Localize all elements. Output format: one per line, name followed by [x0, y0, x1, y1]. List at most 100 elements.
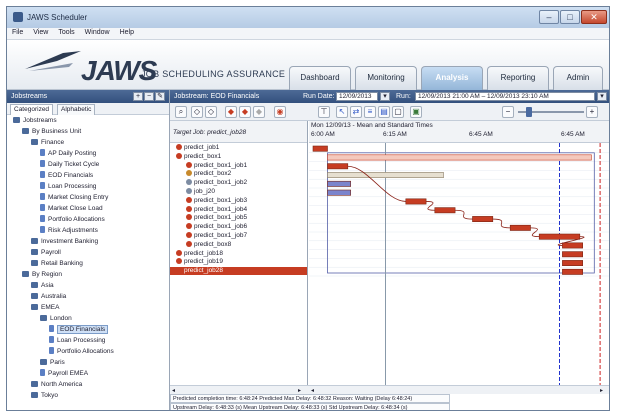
tab-dashboard[interactable]: Dashboard — [289, 66, 351, 90]
maximize-button[interactable]: □ — [560, 10, 580, 24]
menu-tools[interactable]: Tools — [53, 28, 79, 37]
gantt-bar — [434, 207, 456, 214]
critical-path-icon[interactable]: ≡ — [364, 106, 376, 118]
zoom-out-icon[interactable]: − — [502, 106, 514, 118]
title-bar[interactable]: JAWS Scheduler – □ ✕ — [7, 7, 609, 28]
dropdown-icon[interactable]: ▾ — [380, 92, 390, 101]
tree-item[interactable]: Daily Ticket Cycle — [40, 160, 99, 170]
scroll-right-icon-2[interactable]: ▸ — [600, 387, 603, 394]
job-label: job_j20 — [194, 188, 215, 195]
tree-item[interactable]: Portfolio Allocations — [49, 347, 114, 357]
tab-admin[interactable]: Admin — [553, 66, 603, 90]
tree-item-label: Loan Processing — [57, 337, 106, 344]
add-icon[interactable]: + — [133, 92, 143, 101]
nav-next-icon[interactable]: ◇ — [205, 106, 217, 118]
tree-item[interactable]: Jobstreams — [13, 116, 57, 126]
tree-item[interactable]: London — [40, 314, 72, 324]
job-row[interactable]: predict_job18 — [170, 249, 307, 258]
nav-prev-icon[interactable]: ◇ — [191, 106, 203, 118]
banner: JAWS JOB SCHEDULING ASSURANCE Dashboard … — [7, 40, 609, 90]
tab-monitoring[interactable]: Monitoring — [355, 66, 417, 90]
tab-categorized[interactable]: Categorized — [10, 104, 54, 115]
tree-item[interactable]: Loan Processing — [49, 336, 105, 346]
book-icon — [40, 359, 47, 365]
binoculars-icon[interactable]: ⌕ — [175, 106, 187, 118]
frame-icon[interactable]: ▢ — [392, 106, 404, 118]
target-icon[interactable]: ◉ — [274, 106, 286, 118]
job-row[interactable]: predict_box1_job1 — [170, 161, 307, 170]
menu-view[interactable]: View — [28, 28, 53, 37]
tree-item[interactable]: AP Daily Posting — [40, 149, 96, 159]
tree-item[interactable]: Market Closing Entry — [40, 193, 108, 203]
job-row[interactable]: predict_box1_job6 — [170, 223, 307, 231]
select-icon[interactable]: ↖ — [336, 106, 348, 118]
tree-item[interactable]: Loan Processing — [40, 182, 96, 192]
menu-window[interactable]: Window — [80, 28, 115, 37]
job-row[interactable]: job_j20 — [170, 188, 307, 196]
zoom-in-icon[interactable]: + — [586, 106, 598, 118]
job-row[interactable]: predict_job1 — [170, 144, 307, 152]
tree-item[interactable]: Finance — [31, 138, 64, 148]
tree-item[interactable]: By Region — [22, 270, 62, 280]
run-dropdown-icon[interactable]: ▾ — [597, 92, 607, 101]
tree-item[interactable]: Payroll — [31, 248, 61, 258]
job-row[interactable]: predict_box1 — [170, 152, 307, 161]
tree-item[interactable]: EMEA — [31, 303, 59, 313]
job-row[interactable]: predict_box1_job2 — [170, 179, 307, 187]
tagline: JOB SCHEDULING ASSURANCE — [141, 69, 286, 79]
job-row[interactable]: predict_box1_job7 — [170, 232, 307, 240]
tree-item[interactable]: Payroll EMEA — [40, 369, 88, 379]
target-job-label: Target Job: predict_job28 — [170, 121, 307, 143]
job-row[interactable]: predict_job28 — [170, 267, 307, 276]
nav-disabled-icon[interactable]: ◆ — [253, 106, 265, 118]
tree-item[interactable]: Retail Banking — [31, 259, 83, 269]
bars-icon[interactable]: ▤ — [378, 106, 390, 118]
job-row[interactable]: predict_job19 — [170, 258, 307, 266]
tree-item-label: Paris — [50, 359, 65, 366]
menu-file[interactable]: File — [7, 28, 28, 37]
tree-item[interactable]: Portfolio Allocations — [40, 215, 105, 225]
nav-down-icon[interactable]: ◆ — [239, 106, 251, 118]
job-row[interactable]: predict_box8 — [170, 240, 307, 249]
tree-item[interactable]: Tokyo — [31, 391, 58, 401]
run-date-field[interactable]: 12/09/2013 — [336, 92, 378, 101]
horizontal-scrollbar[interactable]: ◂ ▸ ◂ ▸ — [170, 385, 609, 394]
scroll-right-icon[interactable]: ▸ — [298, 387, 301, 394]
job-row[interactable]: predict_box1_job4 — [170, 205, 307, 214]
tab-alphabetic[interactable]: Alphabetic — [57, 104, 96, 115]
job-row[interactable]: predict_box1_job5 — [170, 214, 307, 222]
job-label: predict_box1_job1 — [194, 161, 248, 169]
remove-icon[interactable]: − — [144, 92, 154, 101]
scroll-left-icon-2[interactable]: ◂ — [311, 387, 314, 394]
menu-help[interactable]: Help — [115, 28, 139, 37]
tree-item[interactable]: Investment Banking — [31, 237, 98, 247]
nav-up-icon[interactable]: ◆ — [225, 106, 237, 118]
edit-icon[interactable]: ✎ — [155, 92, 165, 101]
tree-item-label: Loan Processing — [48, 183, 97, 190]
scroll-left-icon[interactable]: ◂ — [172, 387, 175, 394]
tree-item[interactable]: By Business Unit — [22, 127, 81, 137]
tree-item[interactable]: North America — [31, 380, 82, 390]
tree-item[interactable]: Risk Adjustments — [40, 226, 98, 236]
pin-icon[interactable]: ⊤ — [318, 106, 330, 118]
job-row[interactable]: predict_box2 — [170, 170, 307, 178]
gantt-bar — [562, 260, 583, 267]
gantt-header: Mon 12/09/13 - Mean and Standard Times 6… — [309, 121, 609, 143]
close-button[interactable]: ✕ — [581, 10, 607, 24]
path-icon[interactable]: ⇄ — [350, 106, 362, 118]
export-icon[interactable]: ▣ — [410, 106, 422, 118]
zoom-slider-thumb[interactable] — [526, 107, 532, 117]
tree-item[interactable]: Paris — [40, 358, 65, 368]
run-select[interactable]: 12/09/2013 21:00 AM – 12/09/2013 23:10 A… — [415, 92, 595, 101]
book-icon — [31, 392, 38, 398]
tree-item[interactable]: EOD Financials — [40, 171, 93, 181]
tree-item[interactable]: Australia — [31, 292, 66, 302]
book-icon — [22, 128, 29, 134]
tree-item[interactable]: EOD Financials — [49, 325, 109, 335]
job-row[interactable]: predict_box1_job3 — [170, 196, 307, 205]
tab-reporting[interactable]: Reporting — [487, 66, 549, 90]
tree-item[interactable]: Market Close Load — [40, 204, 103, 214]
tab-analysis[interactable]: Analysis — [421, 66, 483, 90]
tree-item[interactable]: Asia — [31, 281, 54, 291]
minimize-button[interactable]: – — [539, 10, 559, 24]
